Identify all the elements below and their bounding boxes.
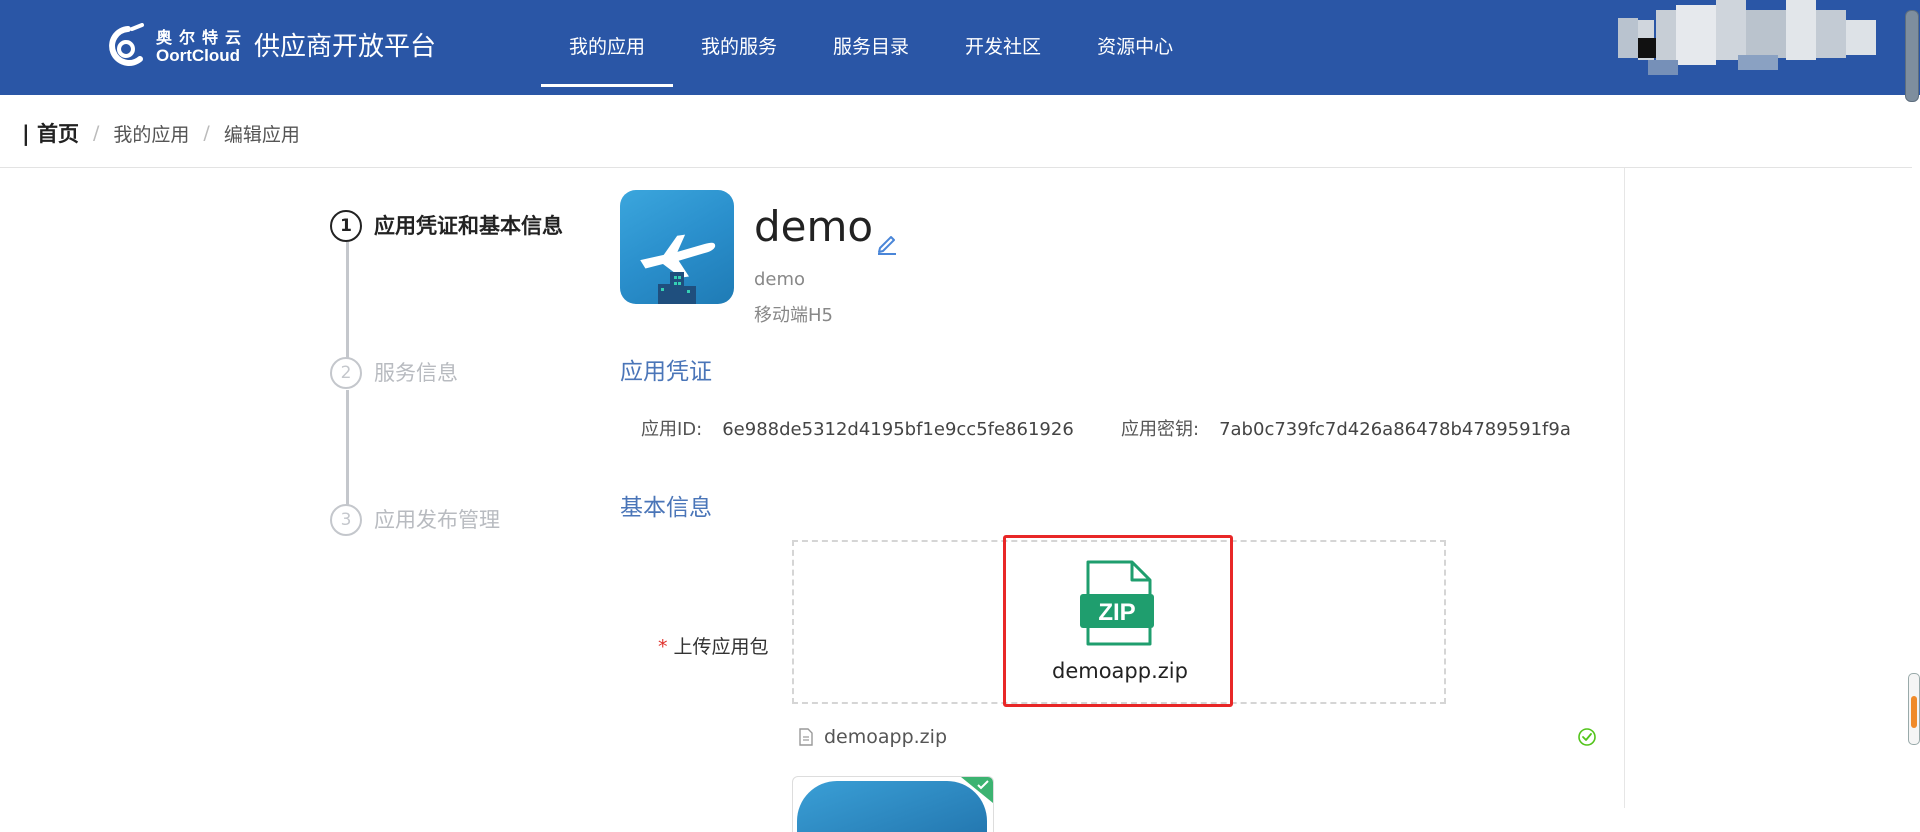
step-credentials-basic-info[interactable]: 1 应用凭证和基本信息 bbox=[330, 210, 564, 242]
step-connector-line bbox=[346, 390, 349, 520]
app-name: demo bbox=[754, 202, 874, 251]
top-navigation-bar: 奥尔特云 OortCloud 供应商开放平台 我的应用 我的服务 服务目录 开发… bbox=[0, 0, 1920, 102]
logo-text: 奥尔特云 OortCloud bbox=[156, 29, 248, 65]
oortcloud-logo-icon bbox=[109, 23, 144, 66]
logo-chinese-name: 奥尔特云 bbox=[156, 28, 249, 47]
uploaded-file-item[interactable]: demoapp.zip bbox=[798, 725, 947, 749]
breadcrumb: | 首页 / 我的应用 / 编辑应用 bbox=[22, 118, 300, 148]
breadcrumb-my-apps[interactable]: 我的应用 bbox=[113, 120, 189, 147]
required-mark: * bbox=[658, 636, 668, 658]
step-release-management[interactable]: 3 应用发布管理 bbox=[330, 504, 500, 536]
step-number: 3 bbox=[330, 504, 362, 536]
breadcrumb-separator: / bbox=[92, 122, 100, 144]
check-circle-icon bbox=[1578, 728, 1596, 746]
platform-title: 供应商开放平台 bbox=[254, 32, 437, 62]
app-id-value: 6e988de5312d4195bf1e9cc5fe861926 bbox=[722, 419, 1074, 440]
nav-service-catalog[interactable]: 服务目录 bbox=[805, 0, 937, 95]
breadcrumb-home[interactable]: | 首页 bbox=[22, 118, 79, 148]
zip-badge-text: ZIP bbox=[1098, 599, 1135, 626]
upload-package-label-text: 上传应用包 bbox=[673, 636, 769, 658]
app-secret-value: 7ab0c739fc7d426a86478b4789591f9a bbox=[1219, 419, 1571, 440]
app-subtitle: demo bbox=[754, 269, 806, 290]
step-service-info[interactable]: 2 服务信息 bbox=[330, 357, 458, 389]
checkmark-icon bbox=[977, 780, 989, 790]
app-secret-label: 应用密钥: bbox=[1121, 419, 1200, 440]
step-number: 1 bbox=[330, 210, 362, 242]
window-scrollbar-top[interactable] bbox=[1905, 10, 1919, 102]
breadcrumb-separator: / bbox=[203, 122, 210, 144]
nav-my-apps[interactable]: 我的应用 bbox=[541, 0, 674, 95]
brand-logo[interactable]: 奥尔特云 OortCloud bbox=[106, 22, 248, 72]
nav-my-services[interactable]: 我的服务 bbox=[673, 0, 805, 95]
main-nav: 我的应用 我的服务 服务目录 开发社区 资源中心 bbox=[541, 0, 1201, 95]
edit-pencil-icon[interactable] bbox=[874, 230, 900, 256]
page-scrollbar[interactable] bbox=[1908, 673, 1920, 745]
scrollbar-thumb[interactable] bbox=[1911, 696, 1917, 728]
upload-package-label: * 上传应用包 bbox=[658, 634, 769, 660]
document-icon bbox=[799, 728, 813, 746]
thumbnail-image bbox=[797, 781, 987, 832]
content-right-divider bbox=[1624, 168, 1625, 808]
zip-file-icon: ZIP bbox=[1080, 560, 1154, 646]
step-label: 应用凭证和基本信息 bbox=[374, 214, 563, 238]
app-id-field: 应用ID: 6e988de5312d4195bf1e9cc5fe861926 bbox=[641, 418, 1074, 442]
step-connector-line bbox=[346, 242, 349, 372]
basic-info-section-title: 基本信息 bbox=[620, 495, 712, 521]
step-label: 服务信息 bbox=[374, 361, 458, 385]
dropzone-file-name: demoapp.zip bbox=[1052, 659, 1188, 683]
nav-dev-community[interactable]: 开发社区 bbox=[937, 0, 1069, 95]
app-id-label: 应用ID: bbox=[641, 419, 703, 440]
nav-resource-center[interactable]: 资源中心 bbox=[1069, 0, 1201, 95]
credentials-section-title: 应用凭证 bbox=[620, 359, 712, 385]
breadcrumb-edit-app: 编辑应用 bbox=[223, 123, 300, 146]
app-type: 移动端H5 bbox=[754, 305, 833, 326]
uploaded-file-name: demoapp.zip bbox=[824, 726, 947, 748]
breadcrumb-divider bbox=[0, 167, 1912, 168]
step-label: 应用发布管理 bbox=[374, 508, 500, 532]
airplane-city-icon bbox=[620, 190, 734, 304]
app-secret-field: 应用密钥: 7ab0c739fc7d426a86478b4789591f9a bbox=[1121, 418, 1571, 442]
logo-english-name: OortCloud bbox=[156, 46, 241, 65]
app-image-thumbnail[interactable] bbox=[792, 776, 994, 832]
step-number: 2 bbox=[330, 357, 362, 389]
user-account-area[interactable] bbox=[1618, 0, 1890, 80]
